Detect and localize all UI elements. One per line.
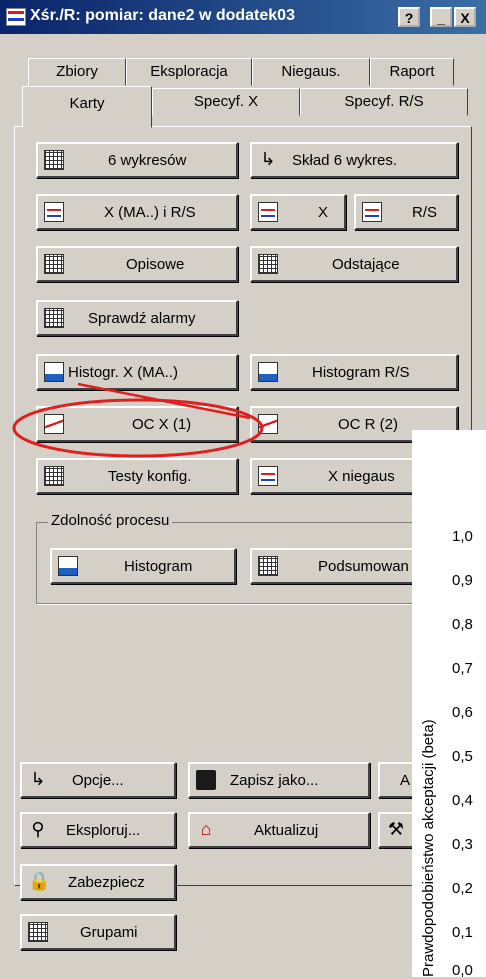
magnifier-icon: ⚲ (31, 819, 45, 839)
close-button[interactable]: X (454, 7, 476, 27)
capability-histogram-button[interactable]: Histogram (50, 548, 236, 584)
help-button[interactable]: ? (398, 7, 420, 27)
line-chart-icon (258, 466, 278, 486)
home-icon: ⌂ (200, 819, 212, 839)
histogram-icon (258, 362, 278, 382)
arrow-icon: ↳ (260, 149, 276, 169)
outliers-button[interactable]: Odstające (250, 246, 458, 282)
table-icon (44, 308, 64, 328)
oc-curve-icon (44, 414, 64, 434)
save-as-button[interactable]: Zapisz jako... (188, 762, 370, 798)
x-chart-button[interactable]: X (250, 194, 346, 230)
tab-raport[interactable]: Raport (370, 58, 454, 86)
hammer-icon: ⚒ (387, 819, 405, 839)
arrow-icon: ↳ (30, 769, 46, 789)
groups-button[interactable]: Grupami (20, 914, 176, 950)
options-button[interactable]: ↳ Opcje... (20, 762, 176, 798)
app-chart-icon (6, 8, 26, 26)
tab-niegaus[interactable]: Niegaus. (252, 58, 370, 86)
histogram-icon (44, 362, 64, 382)
config-tests-button[interactable]: Testy konfig. (36, 458, 238, 494)
y-tick: 1,0 (452, 528, 473, 545)
y-tick: 0,7 (452, 660, 473, 677)
rs-chart-button[interactable]: R/S (354, 194, 458, 230)
table-icon (258, 556, 278, 576)
window-title: Xśr./R: pomiar: dane2 w dodatek03 (30, 7, 295, 24)
explore-button[interactable]: ⚲ Eksploruj... (20, 812, 176, 848)
six-charts-composition-button[interactable]: ↳ Skład 6 wykres. (250, 142, 458, 178)
line-chart-icon (362, 202, 382, 222)
tab-specyf-rs[interactable]: Specyf. R/S (300, 88, 468, 116)
y-axis-label: Prawdopodobieństwo akceptacji (beta) (420, 719, 437, 977)
table-icon (258, 254, 278, 274)
protect-button[interactable]: 🔒 Zabezpiecz (20, 864, 176, 900)
line-chart-icon (44, 202, 64, 222)
multi-chart-icon (44, 150, 64, 170)
summary-table-icon (44, 254, 64, 274)
line-chart-icon (258, 202, 278, 222)
y-tick: 0,9 (452, 572, 473, 589)
by-group-icon (28, 922, 48, 942)
y-axis-label-wrap: Prawdopodobieństwo akceptacji (beta) (420, 457, 440, 977)
floppy-disk-icon (196, 770, 216, 790)
y-tick: 0,1 (452, 924, 473, 941)
histogram-icon (58, 556, 78, 576)
y-tick: 0,8 (452, 616, 473, 633)
minimize-button[interactable]: _ (430, 7, 452, 27)
histogram-x-button[interactable]: Histogr. X (MA..) (36, 354, 238, 390)
oc-curve-icon (258, 414, 278, 434)
six-charts-button[interactable]: 6 wykresów (36, 142, 238, 178)
capability-group-label: Zdolność procesu (48, 512, 173, 529)
tab-specyf-x[interactable]: Specyf. X (152, 88, 300, 116)
title-bar: Xśr./R: pomiar: dane2 w dodatek03 ? _ X (0, 0, 486, 34)
update-button[interactable]: ⌂ Aktualizuj (188, 812, 370, 848)
y-tick: 0,5 (452, 748, 473, 765)
y-tick: 0,2 (452, 880, 473, 897)
descriptive-button[interactable]: Opisowe (36, 246, 238, 282)
tab-karty[interactable]: Karty (22, 86, 152, 128)
histogram-rs-button[interactable]: Histogram R/S (250, 354, 458, 390)
y-tick: 0,3 (452, 836, 473, 853)
y-tick: 0,4 (452, 792, 473, 809)
tab-zbiory[interactable]: Zbiory (28, 58, 126, 86)
oc-x-button[interactable]: OC X (1) (36, 406, 238, 442)
x-ma-rs-button[interactable]: X (MA..) i R/S (36, 194, 238, 230)
y-tick: 0,6 (452, 704, 473, 721)
lock-icon: 🔒 (28, 871, 51, 891)
check-alarms-button[interactable]: Sprawdź alarmy (36, 300, 238, 336)
y-tick: 0,0 (452, 962, 473, 979)
table-icon (44, 466, 64, 486)
tab-eksploracja[interactable]: Eksploracja (126, 58, 252, 86)
